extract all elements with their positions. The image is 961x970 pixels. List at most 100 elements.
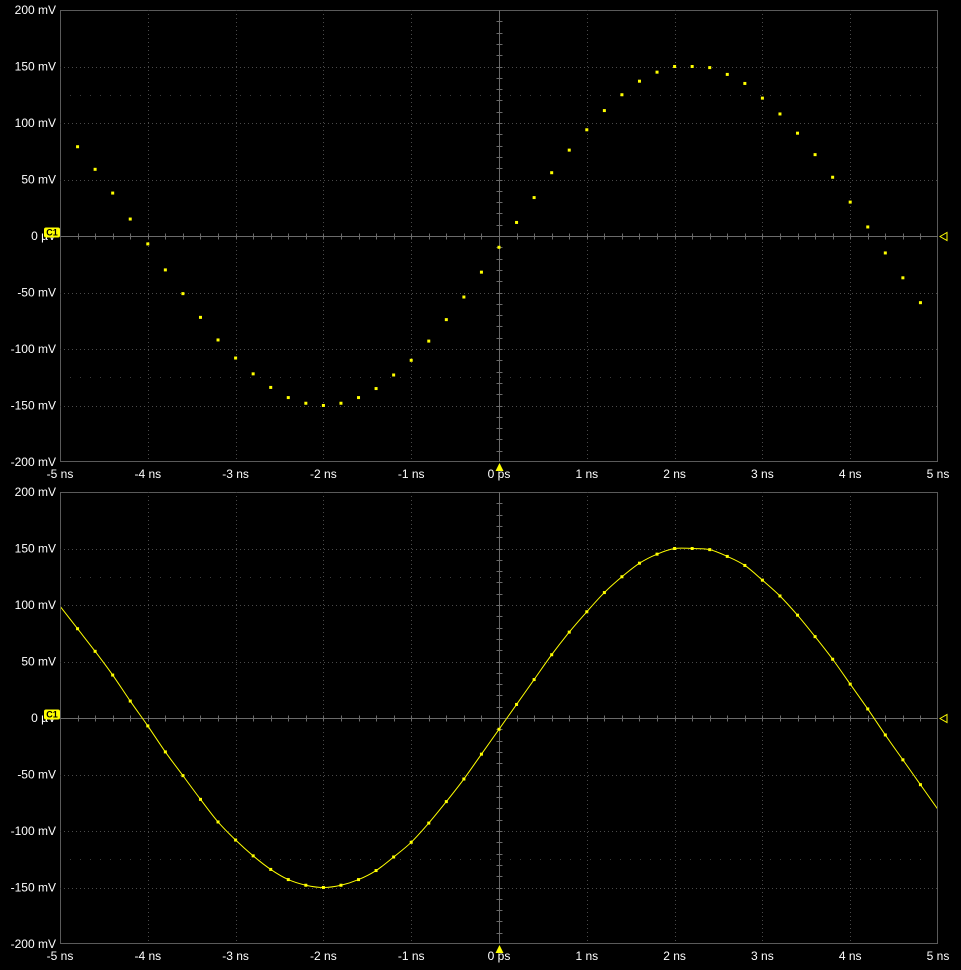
- sample-point: [620, 93, 624, 97]
- sample-point: [760, 578, 764, 582]
- sample-point: [515, 220, 519, 224]
- y-tick-label: 100 mV: [15, 598, 56, 612]
- sample-point: [883, 251, 887, 255]
- y-tick-label: 50 mV: [21, 173, 56, 187]
- sample-point: [796, 613, 800, 617]
- sample-point: [444, 318, 448, 322]
- y-tick-label: 150 mV: [15, 60, 56, 74]
- sample-point: [725, 554, 729, 558]
- sample-point: [409, 840, 413, 844]
- sample-point: [234, 838, 238, 842]
- plot-panel-bottom: 200 mV150 mV100 mV50 mV0 µV-50 mV-100 mV…: [11, 485, 950, 963]
- sample-point: [76, 627, 80, 631]
- sample-point: [673, 65, 677, 68]
- sample-point: [427, 821, 431, 825]
- sample-point: [883, 733, 887, 737]
- x-tick-label: 1 ns: [575, 467, 598, 481]
- sample-point: [251, 854, 255, 858]
- x-tick-label: 3 ns: [751, 467, 774, 481]
- sample-point: [743, 81, 747, 85]
- sample-point: [813, 635, 817, 639]
- sample-point: [866, 707, 870, 711]
- sample-point: [550, 171, 554, 175]
- sample-point: [128, 217, 132, 221]
- sample-point: [637, 561, 641, 565]
- sample-point: [585, 610, 589, 614]
- y-tick-label: -50 mV: [17, 768, 56, 782]
- y-tick-label: -150 mV: [11, 881, 56, 895]
- sample-point: [374, 387, 378, 391]
- sample-point: [146, 724, 150, 728]
- sample-point: [866, 225, 870, 229]
- x-tick-label: -4 ns: [134, 467, 161, 481]
- x-tick-label: -2 ns: [310, 949, 337, 963]
- ground-level-marker: [938, 713, 948, 724]
- sample-point: [321, 886, 325, 889]
- channel-marker: C1: [44, 227, 60, 238]
- sample-point: [637, 79, 641, 83]
- sample-point: [532, 678, 536, 682]
- sample-point: [234, 356, 238, 360]
- sample-point: [778, 112, 782, 116]
- sample-point: [374, 869, 378, 873]
- x-tick-label: -3 ns: [222, 467, 249, 481]
- sample-point: [497, 727, 501, 731]
- sample-point: [515, 702, 519, 706]
- sample-point: [831, 657, 835, 661]
- sample-point: [146, 242, 150, 246]
- x-tick-label: -2 ns: [310, 467, 337, 481]
- sample-point: [163, 750, 167, 754]
- sample-point: [93, 649, 97, 653]
- sample-point: [181, 774, 185, 778]
- x-tick-label: 5 ns: [927, 949, 950, 963]
- sample-point: [708, 548, 712, 552]
- sample-point: [304, 883, 308, 887]
- sample-point: [602, 591, 606, 595]
- sample-point: [602, 109, 606, 113]
- sample-point: [93, 167, 97, 171]
- sample-point: [251, 372, 255, 376]
- x-tick-label: 1 ns: [575, 949, 598, 963]
- sample-point: [111, 191, 115, 195]
- x-tick-label: 4 ns: [839, 949, 862, 963]
- plot-panel-top: 200 mV150 mV100 mV50 mV0 µV-50 mV-100 mV…: [11, 3, 950, 481]
- sample-point: [321, 404, 325, 407]
- x-tick-label: 3 ns: [751, 949, 774, 963]
- sample-point: [655, 552, 659, 556]
- sample-point: [918, 301, 922, 305]
- sample-point: [479, 752, 483, 756]
- sample-point: [198, 315, 202, 319]
- ground-level-marker: [938, 231, 948, 242]
- sample-point: [567, 148, 571, 152]
- sample-point: [286, 396, 290, 400]
- sample-point: [128, 699, 132, 703]
- sample-point: [848, 200, 852, 204]
- sample-point: [409, 358, 413, 362]
- channel-marker: C1: [44, 709, 60, 720]
- sample-point: [339, 883, 343, 887]
- sample-point: [269, 867, 273, 871]
- sample-point: [743, 563, 747, 567]
- sample-point: [444, 800, 448, 804]
- oscilloscope-display: 200 mV 150 mV 100 mV 50 mV 0 µV -50 mV -100 mV…: [0, 0, 961, 965]
- sample-point: [585, 128, 589, 132]
- x-tick-label: -3 ns: [222, 949, 249, 963]
- sample-point: [339, 401, 343, 405]
- sample-point: [462, 777, 466, 781]
- sample-point: [462, 295, 466, 299]
- sample-point: [163, 268, 167, 272]
- sample-point: [550, 653, 554, 657]
- y-tick-label: 200 mV: [15, 3, 56, 17]
- channel-marker-label: C1: [46, 710, 58, 720]
- sample-point: [620, 575, 624, 579]
- sample-point: [286, 878, 290, 882]
- y-tick-label: -100 mV: [11, 342, 56, 356]
- sample-point: [655, 70, 659, 74]
- sample-point: [427, 339, 431, 343]
- sample-point: [357, 878, 361, 882]
- sample-point: [813, 153, 817, 157]
- sample-point: [357, 396, 361, 400]
- y-tick-label: -150 mV: [11, 399, 56, 413]
- y-tick-label: -50 mV: [17, 286, 56, 300]
- x-tick-label: -5 ns: [47, 949, 74, 963]
